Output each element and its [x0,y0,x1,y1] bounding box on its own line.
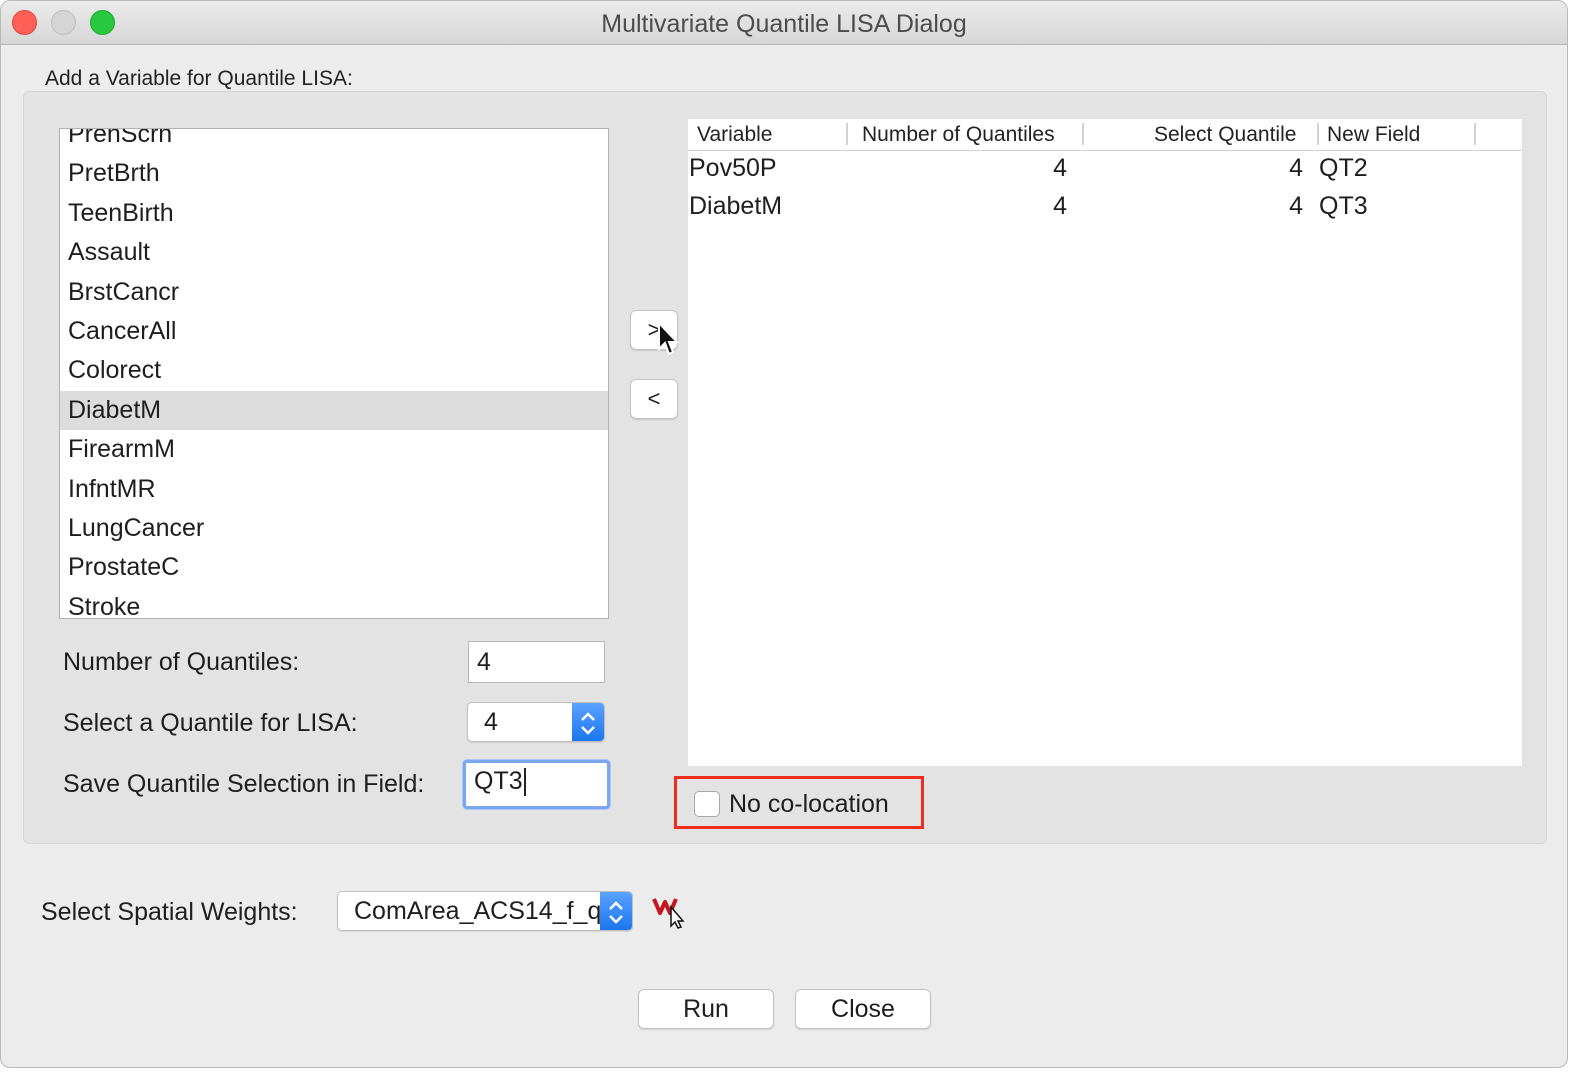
variable-list-item[interactable]: CancerAll [60,312,608,351]
no-colocation-label[interactable]: No co-location [729,790,889,819]
spatial-weights-label: Select Spatial Weights: [41,898,298,926]
grid-cell-num-quantiles: 4 [1053,192,1067,220]
add-variable-label: Add a Variable for Quantile LISA: [45,67,353,90]
grid-header-variable[interactable]: Variable [697,123,773,147]
variable-list-item[interactable]: LungCancer [60,509,608,548]
text-caret [523,768,526,797]
run-button[interactable]: Run [638,989,774,1029]
variable-list-item[interactable]: BrstCancr [60,273,608,312]
chevron-updown-icon[interactable] [572,703,604,741]
chevron-updown-icon[interactable] [600,892,632,930]
spatial-weights-dropdown[interactable]: ComArea_ACS14_f_q [337,891,633,931]
select-quantile-dropdown[interactable]: 4 [467,702,605,742]
grid-cell-select-quantile: 4 [1289,192,1303,220]
save-field-label: Save Quantile Selection in Field: [63,770,425,798]
remove-variable-button[interactable]: < [630,379,678,419]
window-title: Multivariate Quantile LISA Dialog [601,10,967,38]
save-field-value: QT3 [474,767,523,795]
variable-list-item[interactable]: DiabetM [60,390,608,431]
variable-list-item[interactable]: PrenScrn [60,129,608,154]
grid-header: Variable Number of Quantiles Select Quan… [688,119,1522,151]
grid-cell-variable: DiabetM [689,192,783,220]
grid-cell-num-quantiles: 4 [1053,154,1067,182]
num-quantiles-label: Number of Quantiles: [63,648,300,676]
variable-list-item[interactable]: InfntMR [60,470,608,509]
selected-variables-grid[interactable]: Variable Number of Quantiles Select Quan… [688,119,1522,766]
grid-cell-new-field: QT2 [1319,154,1368,182]
weights-manager-icon[interactable] [652,893,692,929]
select-quantile-value: 4 [484,708,498,736]
num-quantiles-input[interactable]: 4 [468,641,605,683]
dialog-window: Multivariate Quantile LISA Dialog Add a … [0,0,1568,1068]
variable-list-item[interactable]: FirearmM [60,430,608,469]
variable-list-item[interactable]: ProstateC [60,548,608,587]
variable-list-item[interactable]: TeenBirth [60,194,608,233]
spatial-weights-value: ComArea_ACS14_f_q [354,897,602,925]
variable-list-item[interactable]: Colorect [60,351,608,390]
mouse-pointer-icon [658,321,679,356]
variable-list-item[interactable]: Assault [60,233,608,272]
no-colocation-highlight: No co-location [674,776,924,829]
grid-row[interactable]: DiabetM 4 4 QT3 [688,190,1522,228]
variable-list[interactable]: PrenScrn PretBrth TeenBirth Assault BrstCanc… [59,128,609,619]
variable-list-item[interactable]: Stroke [60,588,608,618]
save-field-input[interactable]: QT3 [463,760,610,809]
title-bar: Multivariate Quantile LISA Dialog [1,1,1567,45]
no-colocation-checkbox[interactable] [694,791,720,817]
select-quantile-label: Select a Quantile for LISA: [63,709,358,737]
grid-header-select-quantile[interactable]: Select Quantile [1154,123,1296,147]
grid-row[interactable]: Pov50P 4 4 QT2 [688,152,1522,190]
grid-cell-select-quantile: 4 [1289,154,1303,182]
variable-list-item[interactable]: PretBrth [60,154,608,193]
close-button[interactable]: Close [795,989,931,1029]
grid-cell-variable: Pov50P [689,154,777,182]
grid-cell-new-field: QT3 [1319,192,1368,220]
grid-header-num-quantiles[interactable]: Number of Quantiles [862,123,1055,147]
grid-header-new-field[interactable]: New Field [1327,123,1420,147]
